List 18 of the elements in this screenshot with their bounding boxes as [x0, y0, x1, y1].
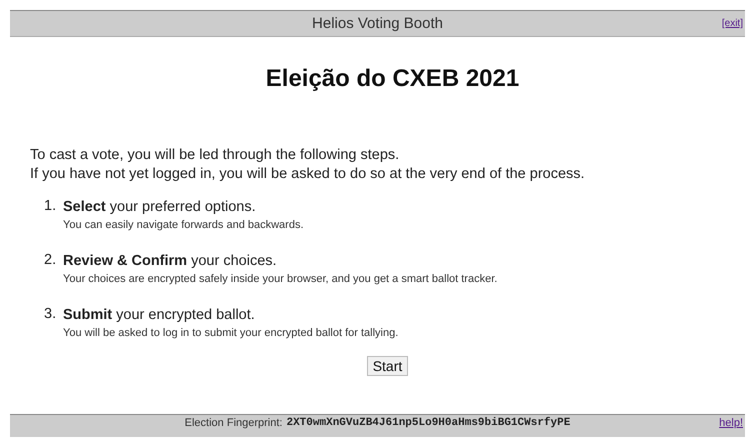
header-title: Helios Voting Booth [312, 15, 443, 32]
exit-link[interactable]: [exit] [722, 18, 743, 29]
intro-text: If you have not yet logged in, you will be asked to do so at the very end of the process. [30, 165, 586, 184]
help-link[interactable]: help! [719, 417, 743, 429]
step-title: Select your preferred options. [63, 198, 257, 216]
step-title: Review & Confirm your choices. [63, 252, 278, 270]
step-number: 3. [44, 306, 58, 324]
step-description: Your choices are encrypted safely inside your browser, and you get a smart ballot tracker. [63, 273, 498, 285]
fingerprint-label: Election Fingerprint: [184, 417, 282, 429]
step-number: 2. [44, 252, 58, 270]
start-button[interactable]: Start [366, 356, 408, 376]
step-number: 1. [44, 198, 58, 216]
intro-text: To cast a vote, you will be led through the following steps. [30, 146, 400, 165]
step-description: You will be asked to log in to submit your encrypted ballot for tallying. [63, 327, 398, 339]
step-description: You can easily navigate forwards and backwards. [63, 219, 304, 231]
step-title: Submit your encrypted ballot. [63, 306, 256, 324]
election-title: Eleição do CXEB 2021 [264, 65, 520, 93]
fingerprint-value: 2XT0wmXnGVuZB4J61np5Lo9H0aHms9biBG1CWsrfyPE [286, 417, 570, 429]
